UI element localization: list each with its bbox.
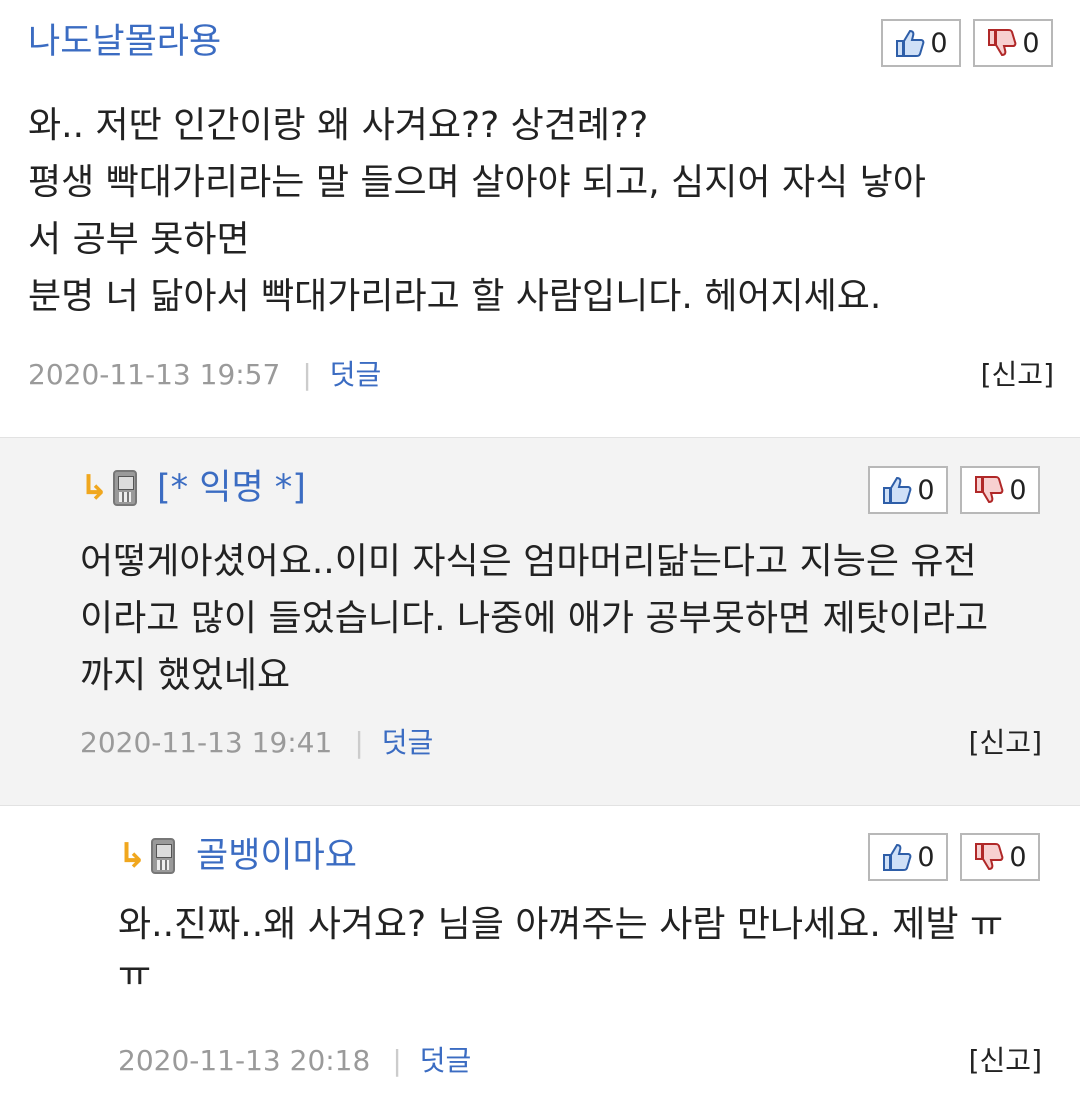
dislike-count: 0 (1009, 474, 1027, 506)
like-button[interactable]: 0 (881, 19, 961, 67)
dislike-button[interactable]: 0 (973, 19, 1053, 67)
comment-author[interactable]: 나도날몰라용 (28, 22, 221, 62)
comment-meta: 2020-11-13 19:57 | 덧글 (28, 357, 381, 393)
thumbs-up-icon (896, 29, 925, 57)
reply-link[interactable]: 덧글 (330, 357, 382, 393)
divider: | (302, 358, 312, 391)
divider: | (354, 726, 364, 759)
like-count: 0 (917, 474, 935, 506)
thumbs-up-icon (883, 476, 912, 504)
comment-body: 어떻게아셨어요..이미 자식은 엄마머리닮는다고 지능은 유전 이라고 많이 들… (80, 541, 989, 696)
dislike-button[interactable]: 0 (960, 466, 1040, 514)
thumbs-down-icon (975, 476, 1004, 504)
comment-meta: 2020-11-13 19:41 | 덧글 (80, 725, 433, 761)
reply-link[interactable]: 덧글 (382, 725, 434, 761)
comment-body: 와..진짜..왜 사겨요? 님을 아껴주는 사람 만나세요. 제발 ㅠ ㅠ (118, 904, 1004, 995)
reply-arrow-icon: ↳ (80, 468, 109, 508)
author-icons: ↳ (80, 466, 137, 510)
reply-arrow-icon: ↳ (118, 836, 147, 876)
author-icons: ↳ (118, 834, 175, 878)
comment-item-reply: ↳ [* 익명 *] 0 0 어떻게아셨어요..이미 자식은 엄마머리닮는다고 … (0, 437, 1080, 806)
comment-body: 와.. 저딴 인간이랑 왜 사겨요?? 상견례?? 평생 빡대가리라는 말 들으… (28, 105, 926, 317)
comment-meta: 2020-11-13 20:18 | 덧글 (118, 1043, 471, 1079)
like-count: 0 (930, 27, 948, 59)
thumbs-down-icon (975, 843, 1004, 871)
dislike-count: 0 (1022, 27, 1040, 59)
report-link[interactable]: [신고] (969, 725, 1042, 761)
like-count: 0 (917, 841, 935, 873)
dislike-button[interactable]: 0 (960, 833, 1040, 881)
comment-item: 나도날몰라용 0 0 와.. 저딴 인간이랑 왜 사겨요?? 상견례?? 평생 … (0, 0, 1080, 437)
report-link[interactable]: [신고] (981, 357, 1054, 393)
mobile-phone-icon (150, 838, 175, 874)
comment-date: 2020-11-13 19:41 (80, 726, 333, 759)
reply-link[interactable]: 덧글 (420, 1043, 472, 1079)
report-link[interactable]: [신고] (969, 1043, 1042, 1079)
mobile-phone-icon (112, 470, 137, 506)
comment-author[interactable]: [* 익명 *] (157, 468, 306, 508)
like-button[interactable]: 0 (868, 466, 948, 514)
comment-author[interactable]: 골뱅이마요 (196, 836, 357, 876)
comment-item-reply: ↳ 골뱅이마요 0 0 와..진짜..왜 사겨요? 님을 아껴주는 사람 만나세… (0, 806, 1080, 1113)
like-button[interactable]: 0 (868, 833, 948, 881)
thumbs-up-icon (883, 843, 912, 871)
comment-date: 2020-11-13 20:18 (118, 1044, 371, 1077)
thumbs-down-icon (988, 29, 1017, 57)
comment-date: 2020-11-13 19:57 (28, 358, 281, 391)
dislike-count: 0 (1009, 841, 1027, 873)
divider: | (392, 1044, 402, 1077)
